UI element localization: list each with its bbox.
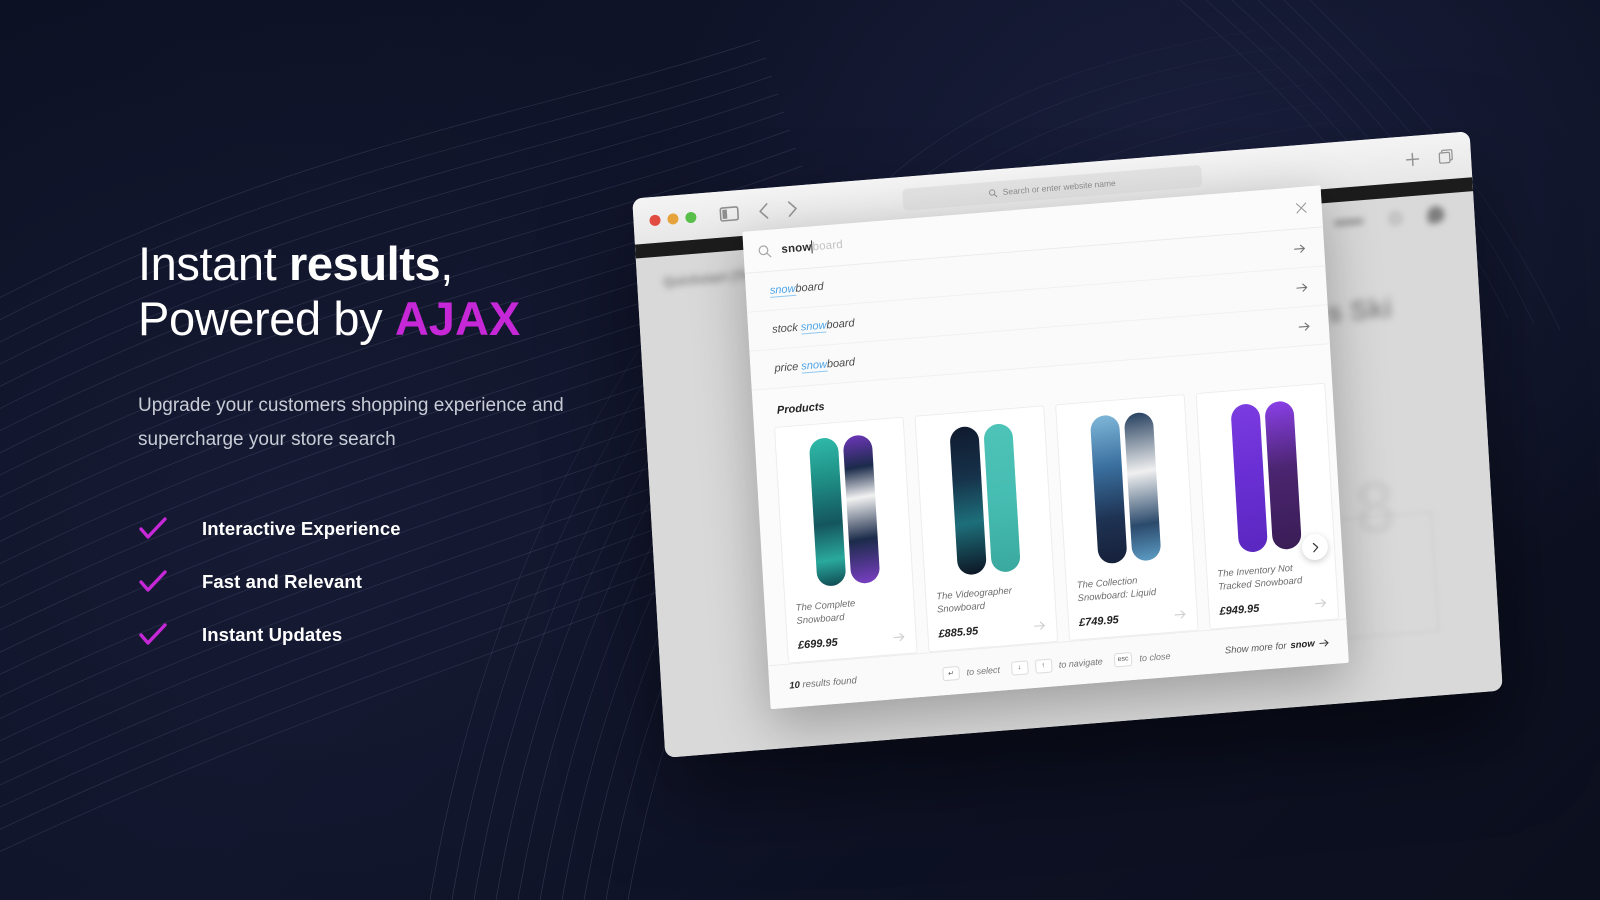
arrow-right-icon[interactable] [1297, 319, 1311, 333]
suggestion-highlight: snow [800, 319, 827, 335]
feature-item: Instant Updates [138, 608, 698, 661]
arrow-right-icon[interactable] [1033, 619, 1047, 633]
product-image [1067, 408, 1184, 568]
suggestion-text: snowboard [769, 280, 824, 298]
feature-item: Interactive Experience [138, 502, 698, 555]
snowboard-graphic [1263, 400, 1302, 551]
hint-navigate-label: to navigate [1058, 655, 1103, 670]
arrow-right-icon [1319, 639, 1329, 647]
product-card[interactable]: The Collection Snowboard: Liquid £749.95 [1055, 393, 1199, 642]
product-card[interactable]: The Videographer Snowboard £885.95 [914, 405, 1059, 653]
suggestion-text: price snowboard [774, 356, 855, 374]
product-image [786, 430, 903, 590]
feature-label: Instant Updates [202, 623, 343, 645]
browser-window: Search or enter website name Quickstart … [632, 131, 1503, 758]
feature-label: Fast and Relevant [202, 570, 363, 592]
products-carousel: The Complete Snowboard £699.95 The Video… [754, 382, 1346, 665]
search-icon [1389, 211, 1402, 225]
product-card[interactable]: The Complete Snowboard £699.95 [773, 416, 918, 664]
arrow-right-icon[interactable] [1173, 608, 1187, 622]
hint-select-label: to select [966, 664, 1001, 677]
show-more-prefix: Show more for [1224, 640, 1287, 657]
headline-plain-1: Instant [138, 237, 289, 290]
chevron-right-icon[interactable] [783, 198, 800, 219]
product-price: £949.95 [1219, 602, 1260, 618]
chevron-left-icon[interactable] [756, 200, 773, 221]
snowboard-graphic [1089, 414, 1128, 565]
show-more-link[interactable]: Show more for snow [1224, 637, 1330, 657]
nav-link-placeholder [1333, 217, 1364, 226]
suggestion-suffix: board [826, 356, 856, 371]
escape-key: esc [1113, 651, 1133, 668]
close-icon[interactable] [1294, 201, 1308, 215]
headline-strong: results [288, 237, 441, 290]
minimize-window-button[interactable] [667, 212, 679, 225]
headline-accent-ajax: AJAX [394, 292, 521, 346]
arrow-up-key: ↑ [1034, 658, 1053, 674]
keyboard-hints: ↵ to select ↓ ↑ to navigate esc to close [942, 648, 1175, 681]
suggestion-highlight: snow [769, 282, 796, 298]
snowboard-graphic [1123, 411, 1161, 562]
url-placeholder: Search or enter website name [1002, 177, 1117, 197]
suggestion-text: stock snowboard [772, 317, 855, 336]
results-count-text: results found [799, 675, 858, 691]
snowboard-graphic [948, 425, 987, 576]
product-image [926, 419, 1043, 579]
snowboard-graphic [1229, 403, 1268, 554]
enter-key: ↵ [942, 665, 960, 681]
arrow-right-icon[interactable] [1293, 241, 1307, 255]
page-title: Instant results, Powered by AJAX [138, 236, 698, 347]
hint-close-label: to close [1139, 650, 1171, 663]
page-heading: s Ski [1325, 292, 1393, 329]
product-price: £749.95 [1078, 613, 1120, 629]
snowboard-graphic [808, 436, 846, 588]
snowboard-graphic [842, 434, 880, 585]
browser-mockup: Search or enter website name Quickstart … [632, 131, 1503, 758]
search-typed-text: snow [781, 240, 812, 256]
results-count-number: 10 [789, 679, 801, 692]
headline-plain-2: Powered by [138, 292, 395, 346]
chevron-right-icon [1312, 542, 1318, 552]
toolbar-right-actions [1404, 147, 1456, 169]
search-icon [758, 244, 772, 257]
suggestion-suffix: board [826, 317, 855, 332]
results-count: 10 results found [789, 675, 857, 691]
sidebar-icon[interactable] [718, 202, 741, 226]
suggestion-prefix: stock [771, 321, 802, 336]
plus-icon[interactable] [1404, 150, 1422, 168]
suggestion-prefix: price [774, 360, 802, 375]
hero-section: Instant results, Powered by AJAX Upgrade… [0, 0, 1600, 900]
hero-copy: Instant results, Powered by AJAX Upgrade… [138, 236, 698, 661]
product-card[interactable]: The Inventory Not Tracked Snowboard £949… [1195, 382, 1340, 630]
checkmark-icon [139, 569, 167, 592]
feature-list: Interactive Experience Fast and Relevant… [138, 502, 698, 661]
arrow-down-key: ↓ [1010, 659, 1029, 676]
navigation-arrows [756, 198, 801, 221]
ajax-search-overlay: snow board snowboard stock snowboard pri… [742, 185, 1349, 710]
snowboard-graphic [982, 422, 1021, 574]
zoom-window-button[interactable] [685, 211, 697, 223]
product-price: £699.95 [797, 636, 838, 652]
arrow-right-icon[interactable] [892, 630, 906, 644]
close-window-button[interactable] [649, 213, 661, 226]
cart-icon [1426, 205, 1445, 224]
checkmark-icon [139, 622, 167, 645]
show-more-term: snow [1290, 638, 1315, 652]
hero-subtitle: Upgrade your customers shopping experien… [138, 394, 564, 451]
product-image [1207, 397, 1324, 557]
search-input[interactable]: snow board [781, 238, 843, 256]
headline-tail: , [440, 237, 453, 290]
search-ghost-text: board [812, 238, 844, 253]
tab-overview-icon[interactable] [1436, 147, 1455, 166]
product-price: £885.95 [938, 624, 979, 640]
suggestion-suffix: board [795, 280, 824, 295]
arrow-right-icon[interactable] [1295, 280, 1309, 294]
arrow-right-icon[interactable] [1314, 596, 1328, 610]
traffic-lights [649, 211, 697, 226]
feature-item: Fast and Relevant [138, 555, 698, 608]
suggestion-highlight: snow [800, 358, 828, 374]
feature-label: Interactive Experience [202, 517, 401, 539]
search-icon [989, 188, 998, 197]
checkmark-icon [139, 516, 167, 539]
